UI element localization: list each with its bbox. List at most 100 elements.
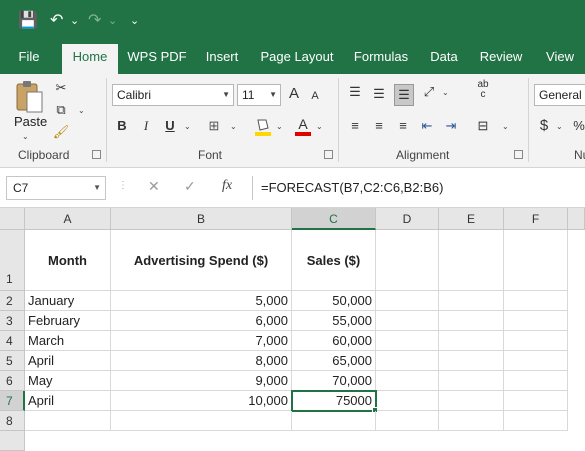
increase-indent-icon[interactable]: ⇥ xyxy=(442,116,460,136)
name-box[interactable]: C7 ▼ xyxy=(6,176,106,200)
formula-input[interactable]: =FORECAST(B7,C2:C6,B2:B6) xyxy=(252,176,585,200)
cell-e2[interactable] xyxy=(439,291,504,311)
cell-b4[interactable]: 7,000 xyxy=(111,331,292,351)
tab-page-layout[interactable]: Page Layout xyxy=(256,44,338,74)
cell-e8[interactable] xyxy=(439,411,504,431)
undo-icon[interactable]: ↶ xyxy=(50,10,63,32)
font-color-icon[interactable]: A xyxy=(294,116,312,138)
column-header-d[interactable]: D xyxy=(376,208,439,230)
top-align-icon[interactable]: ☰ xyxy=(346,82,364,102)
cell-e5[interactable] xyxy=(439,351,504,371)
alignment-launcher-icon[interactable] xyxy=(514,150,523,159)
save-icon[interactable]: 💾 xyxy=(18,10,38,32)
cell-d7[interactable] xyxy=(377,391,439,411)
cell-e3[interactable] xyxy=(439,311,504,331)
underline-button[interactable]: U xyxy=(162,116,178,136)
currency-icon[interactable]: $ xyxy=(536,116,552,136)
cell-b2[interactable]: 5,000 xyxy=(111,291,292,311)
bottom-align-icon[interactable]: ☰ xyxy=(394,84,414,106)
cell-f7[interactable] xyxy=(504,391,568,411)
cell-f4[interactable] xyxy=(504,331,568,351)
copy-icon[interactable]: ⧉ xyxy=(52,100,70,120)
cut-icon[interactable]: ✂ xyxy=(52,78,70,98)
tab-data[interactable]: Data xyxy=(424,44,464,74)
cell-d8[interactable] xyxy=(376,411,439,431)
font-color-dropdown-icon[interactable]: ⌄ xyxy=(316,122,323,131)
fill-color-dropdown-icon[interactable]: ⌄ xyxy=(276,122,283,131)
cell-e6[interactable] xyxy=(439,371,504,391)
cell-b1[interactable]: Advertising Spend ($) xyxy=(111,230,292,291)
row-header-1[interactable]: 1 xyxy=(0,230,25,291)
currency-dropdown-icon[interactable]: ⌄ xyxy=(556,122,563,131)
cell-a1[interactable]: Month xyxy=(25,230,111,291)
cell-e7[interactable] xyxy=(439,391,504,411)
tab-home[interactable]: Home xyxy=(62,44,118,75)
orientation-dropdown-icon[interactable]: ⌄ xyxy=(442,88,449,97)
cell-f5[interactable] xyxy=(504,351,568,371)
cell-a7[interactable]: April xyxy=(25,391,111,411)
cancel-icon[interactable]: ✕ xyxy=(148,178,160,195)
column-header-e[interactable]: E xyxy=(439,208,504,230)
row-header-9[interactable] xyxy=(0,431,25,451)
cell-c2[interactable]: 50,000 xyxy=(292,291,376,311)
cell-e1[interactable] xyxy=(439,230,504,291)
customize-qat-icon[interactable]: ⌄ xyxy=(130,10,139,32)
cell-f8[interactable] xyxy=(504,411,568,431)
paste-label[interactable]: Paste xyxy=(14,114,47,129)
cell-f1[interactable] xyxy=(504,230,568,291)
cell-f2[interactable] xyxy=(504,291,568,311)
font-size-combo[interactable]: 11 ▼ xyxy=(237,84,281,106)
decrease-font-icon[interactable]: A xyxy=(308,86,322,106)
cell-a3[interactable]: February xyxy=(25,311,111,331)
cell-c3[interactable]: 55,000 xyxy=(292,311,376,331)
row-header-8[interactable]: 8 xyxy=(0,411,25,431)
orientation-icon[interactable]: ⤢ xyxy=(420,82,438,102)
cell-b6[interactable]: 9,000 xyxy=(111,371,292,391)
cell-d2[interactable] xyxy=(376,291,439,311)
cell-d6[interactable] xyxy=(376,371,439,391)
row-header-7[interactable]: 7 xyxy=(0,391,25,411)
fill-color-icon[interactable] xyxy=(254,116,272,138)
cell-d3[interactable] xyxy=(376,311,439,331)
tab-formulas[interactable]: Formulas xyxy=(348,44,414,74)
borders-icon[interactable]: ⊞ xyxy=(204,116,224,136)
tab-review[interactable]: Review xyxy=(474,44,528,74)
bold-button[interactable]: B xyxy=(114,116,130,136)
select-all-button[interactable] xyxy=(0,208,25,230)
font-name-combo[interactable]: Calibri ▼ xyxy=(112,84,234,106)
row-header-6[interactable]: 6 xyxy=(0,371,25,391)
wrap-text-icon[interactable]: ab c xyxy=(474,80,492,100)
cell-d1[interactable] xyxy=(376,230,439,291)
row-header-5[interactable]: 5 xyxy=(0,351,25,371)
tab-insert[interactable]: Insert xyxy=(198,44,246,74)
align-right-icon[interactable]: ≡ xyxy=(394,116,412,136)
cell-c4[interactable]: 60,000 xyxy=(292,331,376,351)
decrease-indent-icon[interactable]: ⇤ xyxy=(418,116,436,136)
row-header-4[interactable]: 4 xyxy=(0,331,25,351)
cell-a8[interactable] xyxy=(25,411,111,431)
merge-center-icon[interactable]: ⊟ xyxy=(474,116,492,136)
insert-function-icon[interactable]: fx xyxy=(222,178,232,194)
cell-e4[interactable] xyxy=(439,331,504,351)
undo-dropdown-icon[interactable]: ⌄ xyxy=(70,10,79,32)
borders-dropdown-icon[interactable]: ⌄ xyxy=(230,122,237,131)
align-left-icon[interactable]: ≡ xyxy=(346,116,364,136)
enter-icon[interactable]: ✓ xyxy=(184,178,196,195)
column-header-f[interactable]: F xyxy=(504,208,568,230)
cell-a4[interactable]: March xyxy=(25,331,111,351)
percent-icon[interactable]: % xyxy=(572,116,585,136)
row-header-2[interactable]: 2 xyxy=(0,291,25,311)
tab-wps-pdf[interactable]: WPS PDF xyxy=(124,44,190,74)
cell-c6[interactable]: 70,000 xyxy=(292,371,376,391)
cell-f6[interactable] xyxy=(504,371,568,391)
italic-button[interactable]: I xyxy=(138,116,154,136)
splitter-icon[interactable]: ⋮ xyxy=(118,180,128,191)
column-header-g[interactable] xyxy=(568,208,585,230)
cell-d4[interactable] xyxy=(376,331,439,351)
column-header-c[interactable]: C xyxy=(292,208,376,230)
cell-b5[interactable]: 8,000 xyxy=(111,351,292,371)
underline-dropdown-icon[interactable]: ⌄ xyxy=(184,122,191,131)
align-center-icon[interactable]: ≡ xyxy=(370,116,388,136)
increase-font-icon[interactable]: A xyxy=(286,84,302,104)
format-painter-icon[interactable]: 🖌 xyxy=(52,122,70,142)
